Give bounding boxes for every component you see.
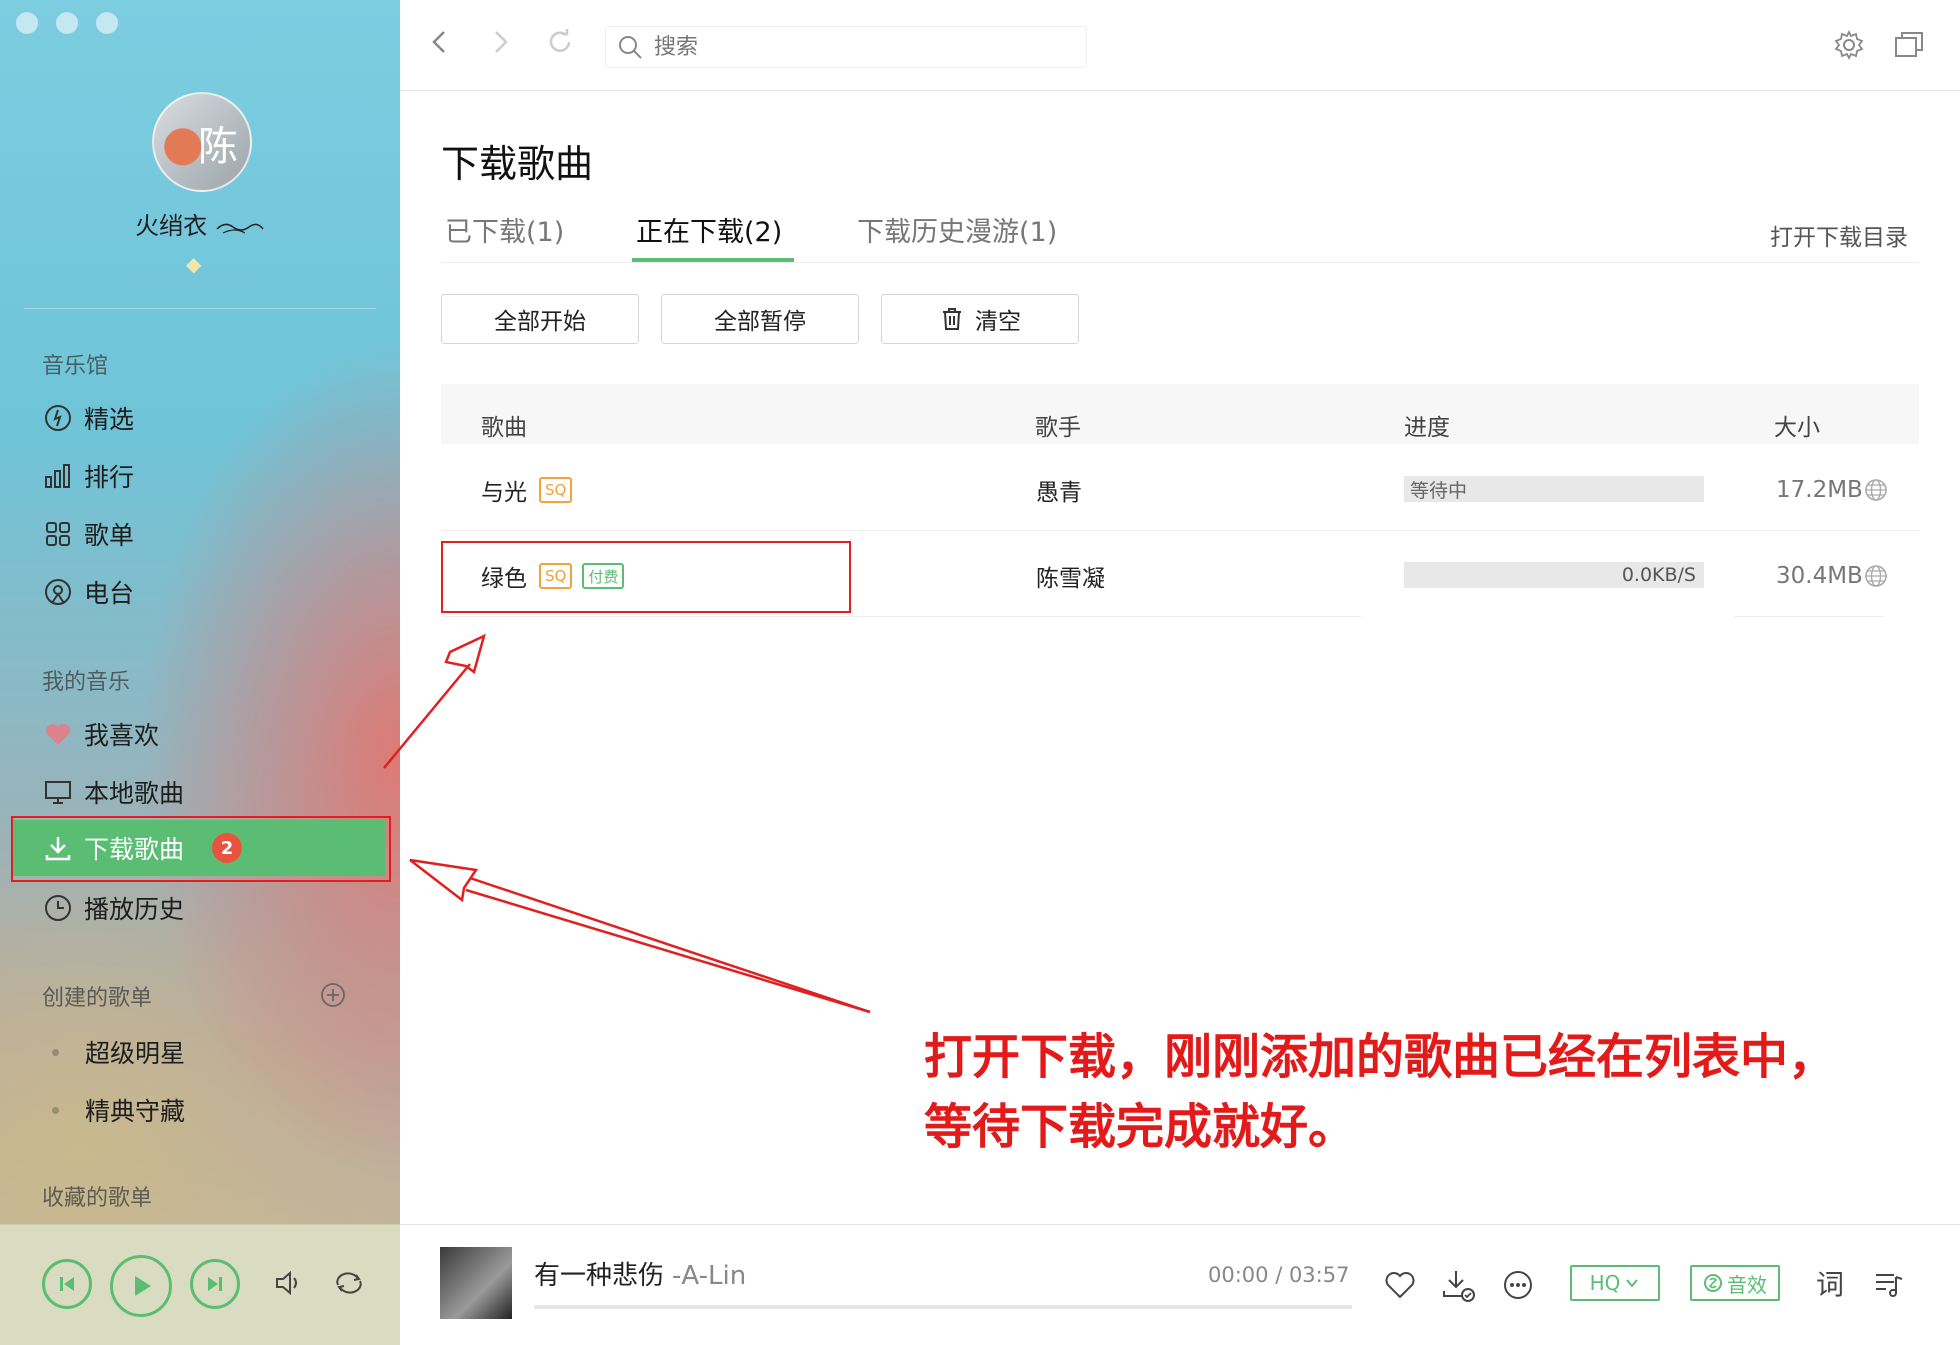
- quality-label: HQ: [1589, 1271, 1621, 1295]
- arrow-to-row-icon: [383, 633, 486, 769]
- annotation-line-1: 打开下载，刚刚添加的歌曲已经在列表中，: [924, 1029, 1837, 1085]
- now-playing-bar: 有一种悲伤 -A-Lin 00:00 / 03:57 HQ 音效 词: [400, 1224, 1960, 1345]
- playlist-queue-button[interactable]: [1872, 1267, 1906, 1309]
- sound-effect-label: 音效: [1727, 1272, 1767, 1297]
- like-button[interactable]: [1382, 1267, 1418, 1311]
- annotation-line-2: 等待下载完成就好。: [924, 1099, 1357, 1155]
- more-button[interactable]: [1500, 1267, 1536, 1311]
- download-song-button[interactable]: [1440, 1267, 1478, 1313]
- seek-bar[interactable]: [534, 1305, 1352, 1309]
- heart-outline-icon: [1385, 1272, 1415, 1299]
- now-playing-title[interactable]: 有一种悲伤 -A-Lin: [534, 1255, 746, 1292]
- sound-effect-icon: [1704, 1274, 1722, 1292]
- sound-effect-button[interactable]: 音效: [1690, 1265, 1780, 1301]
- playlist-queue-icon: [1876, 1274, 1903, 1297]
- more-icon: [1504, 1271, 1532, 1299]
- album-cover[interactable]: [440, 1247, 512, 1319]
- lyrics-button[interactable]: 词: [1816, 1263, 1844, 1303]
- playback-time: 00:00 / 03:57: [1208, 1263, 1350, 1287]
- download-check-icon: [1443, 1271, 1475, 1302]
- now-playing-artist[interactable]: -A-Lin: [672, 1261, 746, 1291]
- chevron-down-icon: [1626, 1279, 1639, 1288]
- arrow-to-sidebar-icon: [409, 858, 871, 1014]
- now-playing-song: 有一种悲伤: [534, 1261, 665, 1291]
- annotation-text: 打开下载，刚刚添加的歌曲已经在列表中， 等待下载完成就好。: [924, 1022, 1836, 1162]
- quality-select[interactable]: HQ: [1570, 1265, 1660, 1301]
